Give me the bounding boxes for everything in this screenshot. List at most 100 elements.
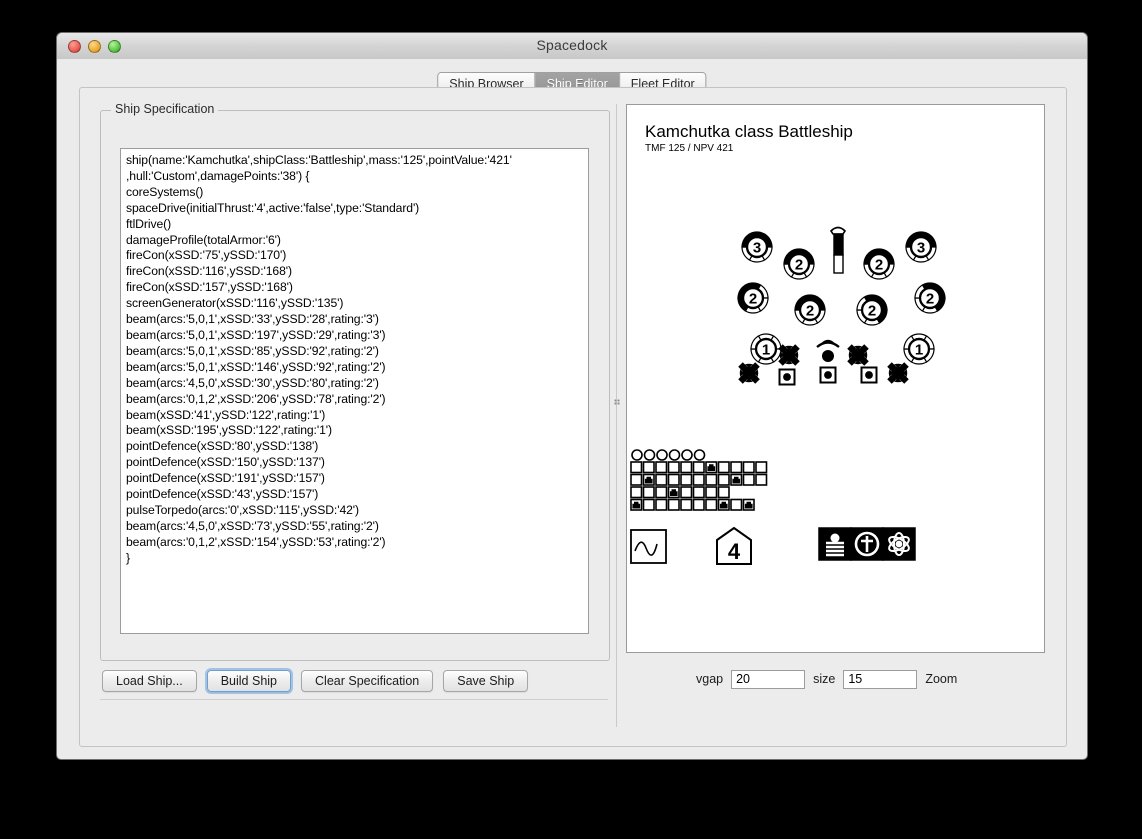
pulse-torpedo-body-icon: [833, 233, 844, 256]
damage-box: [655, 486, 668, 499]
beam-symbol: 2: [737, 282, 769, 314]
point-defence-icon: [847, 344, 869, 366]
beam-rating-label: 1: [762, 342, 770, 359]
screen-generator-wave-outer-icon: [816, 341, 840, 348]
beam-symbol: 1: [903, 333, 935, 365]
damage-box: [680, 498, 693, 511]
window-titlebar[interactable]: Spacedock: [57, 33, 1087, 60]
thrust-rating-label: 4: [728, 539, 741, 564]
save-ship-button[interactable]: Save Ship: [443, 670, 529, 692]
load-ship-button[interactable]: Load Ship...: [102, 670, 197, 692]
beam-symbol: 2: [914, 282, 946, 314]
beam-symbol: 2: [783, 248, 815, 280]
beam-rating-label: 2: [926, 291, 934, 308]
vgap-input[interactable]: 20: [731, 669, 806, 689]
beam-symbol: 3: [905, 231, 937, 263]
zoom-label: Zoom: [925, 672, 958, 686]
damage-box: [705, 498, 718, 511]
clear-specification-button[interactable]: Clear Specification: [301, 670, 434, 692]
damage-box: [630, 486, 643, 499]
damage-box: [692, 498, 705, 511]
ship-specification-text: ship(name:'Kamchutka',shipClass:'Battles…: [126, 153, 512, 565]
damage-box: [630, 473, 643, 486]
point-defence-icon: [887, 362, 909, 384]
point-defence-icon: [738, 362, 760, 384]
damage-box: [667, 461, 680, 474]
size-input[interactable]: 15: [843, 669, 918, 689]
ship-specification-textarea[interactable]: ship(name:'Kamchutka',shipClass:'Battles…: [120, 148, 589, 634]
beam-symbol: 1: [750, 333, 782, 365]
panel-divider: [100, 699, 608, 700]
split-pane: Ship Specification ship(name:'Kamchutka'…: [100, 102, 1047, 727]
damage-box: [755, 473, 768, 486]
screen-box: [631, 449, 643, 461]
beam-rating-label: 2: [806, 303, 814, 320]
beam-rating-label: 2: [875, 257, 883, 274]
app-window: Spacedock Ship Browser Ship Editor Fleet…: [56, 32, 1088, 760]
screen-generator-dot-icon: [822, 350, 834, 362]
beam-symbol: 2: [863, 248, 895, 280]
damage-box: [692, 461, 705, 474]
damage-box: [705, 486, 718, 499]
damage-box: [742, 473, 755, 486]
build-ship-button[interactable]: Build Ship: [206, 670, 292, 692]
fire-control-dot-icon: [783, 373, 791, 381]
spec-pane: Ship Specification ship(name:'Kamchutka'…: [100, 102, 610, 727]
beam-rating-label: 3: [753, 240, 761, 257]
life-support-icon: [830, 533, 840, 543]
ship-specification-legend: Ship Specification: [111, 102, 219, 116]
damage-box: [717, 486, 730, 499]
damage-box: [742, 461, 755, 474]
beam-rating-label: 3: [917, 240, 925, 257]
pulse-torpedo-tube-icon: [833, 254, 844, 274]
vgap-label: vgap: [696, 672, 724, 686]
damage-box: [642, 486, 655, 499]
divider-line: [616, 104, 617, 727]
damage-box: [680, 473, 693, 486]
damage-box: [680, 486, 693, 499]
damage-box: [667, 498, 680, 511]
divider-grip-icon[interactable]: [614, 399, 620, 407]
ship-system-display: Kamchutka class Battleship TMF 125 / NPV …: [630, 122, 946, 565]
window-title: Spacedock: [536, 37, 608, 53]
power-plant-core-icon: [895, 540, 903, 548]
beam-rating-label: 2: [795, 257, 803, 274]
beam-rating-label: 2: [749, 291, 757, 308]
beam-symbol: 2: [856, 294, 888, 326]
beam-rating-label: 1: [915, 342, 923, 359]
screen-box: [643, 449, 656, 461]
ssd-subtitle: TMF 125 / NPV 421: [645, 143, 734, 154]
screen-box: [681, 449, 693, 461]
beam-symbol: 2: [794, 294, 826, 326]
damage-box: [655, 498, 668, 511]
damage-box: [667, 473, 680, 486]
damage-box: [705, 473, 718, 486]
screen-box: [656, 449, 668, 461]
damage-box: [717, 461, 730, 474]
ssd-pane: Kamchutka class Battleship TMF 125 / NPV …: [626, 104, 1047, 727]
fire-control-dot-icon: [865, 371, 873, 379]
damage-box: [692, 473, 705, 486]
fire-control-dot-icon: [824, 371, 832, 379]
damage-box: [642, 498, 655, 511]
damage-box: [730, 498, 743, 511]
damage-box: [692, 486, 705, 499]
damage-box: [655, 473, 668, 486]
ssd-canvas[interactable]: Kamchutka class Battleship TMF 125 / NPV …: [626, 104, 1045, 653]
ssd-title: Kamchutka class Battleship: [645, 122, 853, 141]
beam-rating-label: 2: [868, 303, 876, 320]
beam-symbol: 3: [741, 231, 773, 263]
damage-box: [717, 473, 730, 486]
screen-box: [693, 449, 706, 461]
screenshot-root: Spacedock Ship Browser Ship Editor Fleet…: [0, 0, 1142, 839]
ssd-controls-row: vgap 20 size 15 Zoom: [626, 666, 1045, 692]
damage-box: [630, 461, 643, 474]
screen-box: [668, 449, 681, 461]
damage-box: [730, 461, 743, 474]
damage-box: [655, 461, 668, 474]
spec-button-row: Load Ship... Build Ship Clear Specificat…: [102, 670, 608, 692]
split-pane-divider[interactable]: [612, 104, 626, 727]
damage-box: [642, 461, 655, 474]
damage-box: [680, 461, 693, 474]
point-defence-icon: [778, 344, 800, 366]
